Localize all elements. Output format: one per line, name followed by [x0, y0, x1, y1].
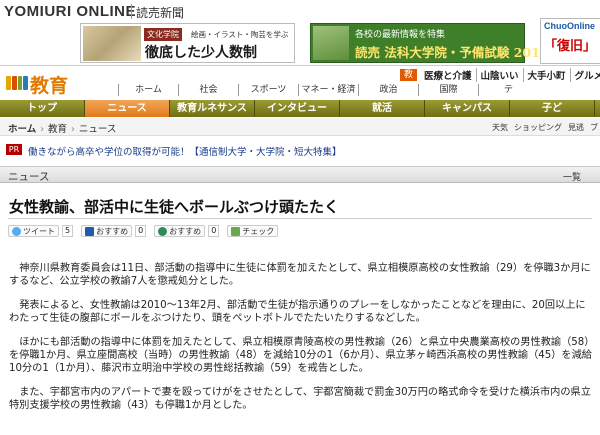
- ad-subtitle: 絵画・イラスト・陶芸を学ぶ: [191, 30, 289, 39]
- global-nav-sports[interactable]: スポーツ: [238, 84, 298, 96]
- banner-ad-law-school[interactable]: 各校の最新情報を特集 読売 法科大学院・予備試験 2014: [310, 23, 549, 63]
- missed-link[interactable]: 見逃: [568, 123, 584, 132]
- bookmark-icon: [85, 226, 95, 236]
- site-header: YOMIURI ONLINE 読売新聞 文化学院 絵画・イラスト・陶芸を学ぶ 徹…: [0, 0, 600, 66]
- article-body: 神奈川県教育委員会は11日、部活動の指導中に生徒に体罰を加えたとして、県立相模原…: [9, 262, 594, 423]
- breadcrumb-bar: ホーム › 教育 › ニュース 天気 ショッピング 見逃ブ: [0, 118, 600, 136]
- tab-education-renaissance[interactable]: 教育ルネサンス: [170, 100, 255, 117]
- tab-news[interactable]: ニュース: [85, 100, 170, 117]
- global-nav-international[interactable]: 国際: [418, 84, 478, 96]
- breadcrumb: ホーム › 教育 › ニュース: [8, 121, 116, 135]
- service-links: 教育 医療と介護 山陰いい 大手小町 グルメ ク: [400, 68, 600, 92]
- social-share-bar: ツイート 5 おすすめ 0 おすすめ 0 チェック: [8, 225, 281, 237]
- tab-kids[interactable]: 子ど: [510, 100, 595, 117]
- article-paragraph: 発表によると、女性教諭は2010～13年2月、部活動で生徒が指示通りのプレーをし…: [9, 300, 586, 324]
- recommend-icon: [158, 226, 168, 236]
- article-paragraph: ほかにも部活動の指導中に体罰を加えたとして、県立相模原青陵高校の男性教諭（26）…: [9, 337, 592, 374]
- tab-job-hunting[interactable]: 就活: [340, 100, 425, 117]
- news-section-header: ニュース 一覧: [0, 166, 600, 183]
- book-spine: [11, 76, 17, 90]
- ad-tag: 文化学院: [144, 28, 182, 41]
- ad-image: [83, 26, 141, 61]
- bookmark-label: おすすめ: [96, 226, 129, 236]
- ad-headline: 「復旧」: [544, 39, 597, 54]
- current-service-badge[interactable]: 教育: [400, 69, 418, 92]
- banner-ad-chuo[interactable]: ChuoOnline 「復旧」: [540, 18, 600, 64]
- article-title: 女性教諭、部活中に生徒へボールぶつけ頭たたく: [9, 198, 340, 216]
- tweet-count: 5: [62, 225, 74, 237]
- pr-line: PR 働きながら高卒や学位の取得が可能！【通信制大学・大学院・短大特集】: [6, 144, 596, 158]
- global-nav-more[interactable]: テ: [478, 84, 538, 96]
- global-nav: ホーム 社会 スポーツ マネー・経済 政治 国際 テ: [118, 84, 600, 96]
- news-list-link[interactable]: 一覧: [563, 170, 581, 183]
- check-icon: [231, 226, 241, 236]
- ad-brand: ChuoOnline: [544, 21, 595, 31]
- section-nav: トップ ニュース 教育ルネサンス インタビュー 就活 キャンパス 子ど: [0, 100, 600, 117]
- ad-headline: 徹底した少人数制: [145, 45, 257, 61]
- banner-ad-bunka[interactable]: 文化学院 絵画・イラスト・陶芸を学ぶ 徹底した少人数制: [80, 23, 295, 63]
- ad-headline: 読売 法科大学院・予備試験 2014: [355, 45, 549, 60]
- tab-top[interactable]: トップ: [0, 100, 85, 117]
- section-title[interactable]: 教育: [30, 71, 68, 98]
- tab-campus[interactable]: キャンパス: [425, 100, 510, 117]
- chevron-right-icon: ›: [71, 124, 75, 135]
- recommend-count: 0: [208, 225, 220, 237]
- site-logo[interactable]: YOMIURI ONLINE: [4, 3, 136, 20]
- tab-interview[interactable]: インタビュー: [255, 100, 340, 117]
- blog-link[interactable]: ブ: [590, 123, 598, 132]
- breadcrumb-home[interactable]: ホーム: [8, 124, 36, 135]
- logo-divider: [131, 4, 132, 19]
- recommend-button[interactable]: おすすめ: [154, 225, 206, 237]
- check-label: チェック: [242, 226, 275, 236]
- breadcrumb-education[interactable]: 教育: [48, 124, 67, 135]
- global-nav-politics[interactable]: 政治: [358, 84, 418, 96]
- ad-image: [313, 26, 349, 60]
- bookmark-button[interactable]: おすすめ: [81, 225, 133, 237]
- books-icon: [6, 76, 28, 90]
- book-spine: [17, 76, 23, 90]
- check-button[interactable]: チェック: [227, 225, 279, 237]
- ad-subtitle: 各校の最新情報を特集: [355, 30, 446, 40]
- recommend-label: おすすめ: [169, 226, 202, 236]
- tweet-button[interactable]: ツイート: [8, 225, 59, 237]
- breadcrumb-news: ニュース: [78, 124, 117, 135]
- divider: [8, 218, 592, 219]
- article-paragraph: また、宇都宮市内のアパートで妻を殴ってけがをさせたとして、宇都宮簡裁で罰金30万…: [9, 387, 591, 411]
- weather-link[interactable]: 天気: [492, 123, 508, 132]
- shopping-link[interactable]: ショッピング: [514, 123, 562, 132]
- service-link-gourmet[interactable]: グルメ: [571, 68, 600, 82]
- tweet-label: ツイート: [23, 226, 55, 236]
- global-nav-home[interactable]: ホーム: [118, 84, 178, 96]
- service-link-medical[interactable]: 医療と介護: [420, 68, 477, 82]
- bookmark-count: 0: [135, 225, 147, 237]
- utility-links: 天気 ショッピング 見逃ブ: [492, 122, 600, 133]
- chevron-right-icon: ›: [40, 124, 45, 135]
- book-spine: [23, 76, 28, 90]
- service-link-komachi[interactable]: 大手小町: [524, 68, 571, 82]
- article-paragraph: 神奈川県教育委員会は11日、部活動の指導中に生徒に体罰を加えたとして、県立相模原…: [9, 263, 591, 287]
- pr-badge: PR: [6, 144, 22, 155]
- news-section-label: ニュース: [8, 171, 50, 183]
- pr-link[interactable]: 働きながら高卒や学位の取得が可能！【通信制大学・大学院・短大特集】: [28, 144, 342, 158]
- book-spine: [6, 76, 11, 90]
- global-nav-economy[interactable]: マネー・経済: [298, 84, 358, 96]
- newspaper-name[interactable]: 読売新聞: [136, 4, 184, 21]
- twitter-icon: [12, 226, 21, 236]
- global-nav-society[interactable]: 社会: [178, 84, 238, 96]
- service-link-sanin[interactable]: 山陰いい: [477, 68, 524, 82]
